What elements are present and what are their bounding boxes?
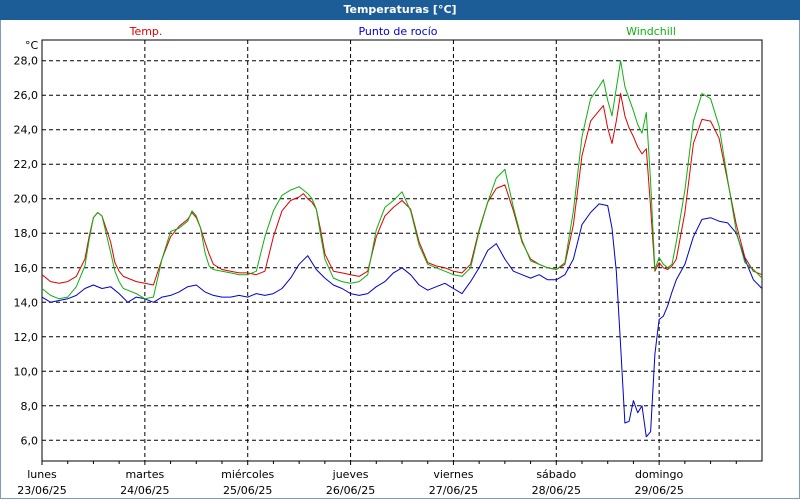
x-tick-day-label: domingo	[635, 468, 683, 481]
y-tick-label: 20,0	[14, 193, 39, 206]
x-tick-date-label: 26/06/25	[326, 484, 375, 497]
y-tick-label: 22,0	[14, 158, 39, 171]
y-tick-label: 10,0	[14, 365, 39, 378]
y-tick-label: 8,0	[21, 400, 39, 413]
x-tick-day-label: jueves	[332, 468, 369, 481]
x-tick-day-label: lunes	[27, 468, 57, 481]
x-tick-day-label: martes	[125, 468, 164, 481]
y-tick-label: 16,0	[14, 262, 39, 275]
x-tick-date-label: 24/06/25	[120, 484, 169, 497]
y-tick-label: 18,0	[14, 227, 39, 240]
y-tick-label: 26,0	[14, 89, 39, 102]
y-tick-label: 24,0	[14, 124, 39, 137]
temperature-chart: 6,0 8,0 10,0 12,0 14,0 16,0 18,0 20,0 22,0 24,0 26…	[14, 39, 763, 497]
x-tick-day-label: sábado	[536, 468, 576, 481]
y-tick-label: 14,0	[14, 296, 39, 309]
y-tick-label: 6,0	[21, 434, 39, 447]
x-tick-date-label: 25/06/25	[223, 484, 272, 497]
y-tick-label: 12,0	[14, 331, 39, 344]
x-tick-date-label: 29/06/25	[634, 484, 683, 497]
x-tick-date-label: 23/06/25	[17, 484, 66, 497]
x-tick-date-label: 28/06/25	[532, 484, 581, 497]
x-tick-day-label: viernes	[433, 468, 473, 481]
y-tick-label: 28,0	[14, 55, 39, 68]
x-tick-date-label: 27/06/25	[429, 484, 478, 497]
x-tick-day-label: miércoles	[221, 468, 274, 481]
